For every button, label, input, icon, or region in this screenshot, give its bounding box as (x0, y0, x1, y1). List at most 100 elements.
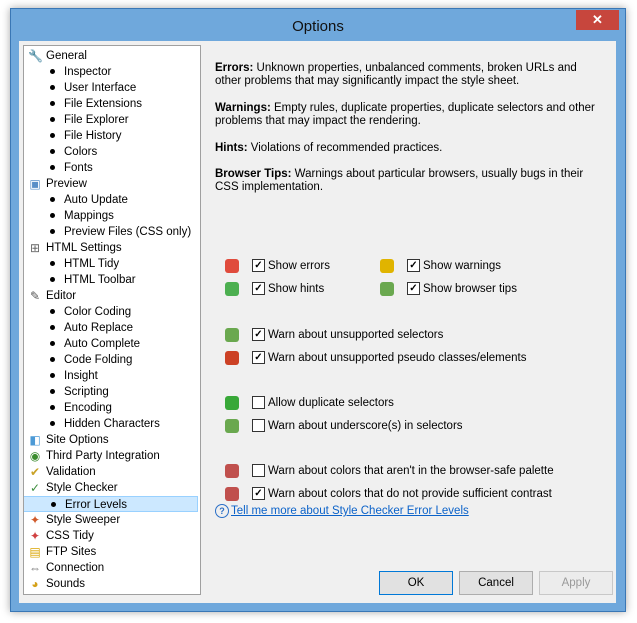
tree-item-label: HTML Toolbar (64, 274, 136, 286)
tree-item-label: Auto Complete (64, 338, 141, 350)
tree-item-label: Style Checker (46, 482, 118, 494)
show-errors-label[interactable]: Show errors (268, 258, 330, 274)
tree-item-label: Preview Files (CSS only) (64, 226, 192, 238)
help-link[interactable]: Tell me more about Style Checker Error L… (231, 505, 469, 517)
warning-icon (380, 259, 394, 273)
bullet-icon (50, 229, 55, 234)
cancel-button[interactable]: Cancel (459, 571, 533, 595)
bullet-icon (50, 421, 55, 426)
selector-warning-icon (225, 328, 239, 342)
tree-item-label: Encoding (64, 402, 112, 414)
tree-item-label: General (46, 50, 87, 62)
tree-item-label: File Extensions (64, 98, 142, 110)
tree-item-label: Connection (46, 562, 105, 574)
style-checker-icon: ✓ (29, 481, 41, 495)
warn-underscore-selectors-label[interactable]: Warn about underscore(s) in selectors (268, 418, 463, 434)
hints-description: Hints: Violations of recommended practic… (215, 142, 443, 154)
options-tree[interactable]: 🔧 General Inspector User Interface File Exte… (23, 45, 201, 595)
tree-item-label: CSS Tidy (46, 530, 94, 542)
bullet-icon (50, 341, 55, 346)
tree-item-label: File History (64, 130, 122, 142)
tree-item-label: Preview (46, 178, 87, 190)
bullet-icon (50, 149, 55, 154)
site-icon: ◧ (29, 433, 41, 447)
ok-button[interactable]: OK (379, 571, 453, 595)
show-warnings-checkbox[interactable]: ✓ (407, 259, 420, 272)
allow-duplicate-selectors-label[interactable]: Allow duplicate selectors (268, 395, 394, 411)
bullet-icon (51, 502, 56, 507)
bullet-icon (50, 309, 55, 314)
warn-browser-safe-colors-label[interactable]: Warn about colors that aren't in the bro… (268, 463, 554, 479)
sounds-icon: ◕ (31, 577, 39, 591)
tree-item-label: Site Options (46, 434, 109, 446)
editor-icon: ✎ (29, 289, 41, 303)
browser-tip-icon (380, 282, 394, 296)
tree-item-label: Auto Update (64, 194, 128, 206)
show-errors-checkbox[interactable]: ✓ (252, 259, 265, 272)
bullet-icon (50, 373, 55, 378)
options-window: Options ✕ 🔧 General Inspector User Interfac… (10, 8, 626, 612)
warnings-description: Warnings: Empty rules, duplicate propert… (215, 102, 595, 127)
tree-item-label: User Interface (64, 82, 137, 94)
warn-unsupported-selectors-label[interactable]: Warn about unsupported selectors (268, 327, 443, 343)
tree-item-label: Inspector (64, 66, 112, 78)
bullet-icon (50, 197, 55, 202)
wrench-icon: 🔧 (28, 49, 43, 63)
tree-item-error-levels[interactable]: Error Levels (24, 496, 198, 512)
validation-icon: ✔ (29, 465, 41, 479)
tree-item-label: Insight (64, 370, 98, 382)
show-browser-tips-checkbox[interactable]: ✓ (407, 282, 420, 295)
tree-item-label: HTML Tidy (64, 258, 120, 270)
hint-icon (225, 282, 239, 296)
warn-browser-safe-colors-checkbox[interactable] (252, 464, 265, 477)
tree-item-label: Hidden Characters (64, 418, 160, 430)
bullet-icon (50, 389, 55, 394)
underscore-warning-icon (225, 419, 239, 433)
html-icon: ⊞ (29, 241, 41, 255)
bullet-icon (50, 325, 55, 330)
bullet-icon (50, 117, 55, 122)
apply-button: Apply (539, 571, 613, 595)
bullet-icon (50, 277, 55, 282)
bullet-icon (50, 69, 55, 74)
dialog-body: 🔧 General Inspector User Interface File Exte… (19, 41, 616, 603)
tree-item-label: Third Party Integration (46, 450, 160, 462)
bullet-icon (50, 101, 55, 106)
bullet-icon (50, 405, 55, 410)
errors-description: Errors: Unknown properties, unbalanced c… (215, 62, 577, 87)
window-title: Options (292, 18, 344, 35)
warn-unsupported-pseudo-label[interactable]: Warn about unsupported pseudo classes/el… (268, 350, 526, 366)
show-browser-tips-label[interactable]: Show browser tips (423, 281, 517, 297)
sweeper-icon: ✦ (29, 513, 41, 527)
tree-item-label: Auto Replace (64, 322, 134, 334)
show-hints-checkbox[interactable]: ✓ (252, 282, 265, 295)
allow-duplicate-selectors-checkbox[interactable] (252, 396, 265, 409)
bullet-icon (50, 85, 55, 90)
ftp-icon: ▤ (29, 545, 41, 559)
integration-icon: ◉ (29, 449, 41, 463)
tree-item-label: Sounds (46, 578, 86, 590)
warn-underscore-selectors-checkbox[interactable] (252, 419, 265, 432)
warn-contrast-colors-label[interactable]: Warn about colors that do not provide su… (268, 486, 552, 502)
tree-item-label: Error Levels (65, 499, 127, 511)
bullet-icon (50, 261, 55, 266)
css-tidy-icon: ✦ (29, 529, 41, 543)
bullet-icon (50, 133, 55, 138)
warn-unsupported-pseudo-checkbox[interactable]: ✓ (252, 351, 265, 364)
close-button[interactable]: ✕ (576, 10, 619, 30)
title-bar[interactable]: Options ✕ (11, 9, 625, 41)
bullet-icon (50, 357, 55, 362)
tree-item-label: File Explorer (64, 114, 129, 126)
tree-item-label: Colors (64, 146, 98, 158)
show-hints-label[interactable]: Show hints (268, 281, 324, 297)
show-warnings-label[interactable]: Show warnings (423, 258, 501, 274)
warn-contrast-colors-checkbox[interactable]: ✓ (252, 487, 265, 500)
help-icon: ? (215, 504, 229, 518)
tree-item-label: Style Sweeper (46, 514, 121, 526)
tree-item-label: Code Folding (64, 354, 133, 366)
duplicate-icon (225, 396, 239, 410)
warn-unsupported-selectors-checkbox[interactable]: ✓ (252, 328, 265, 341)
tree-item-label: Fonts (64, 162, 93, 174)
browser-tips-description: Browser Tips: Warnings about particular … (215, 168, 584, 193)
tree-item-label: Mappings (64, 210, 114, 222)
